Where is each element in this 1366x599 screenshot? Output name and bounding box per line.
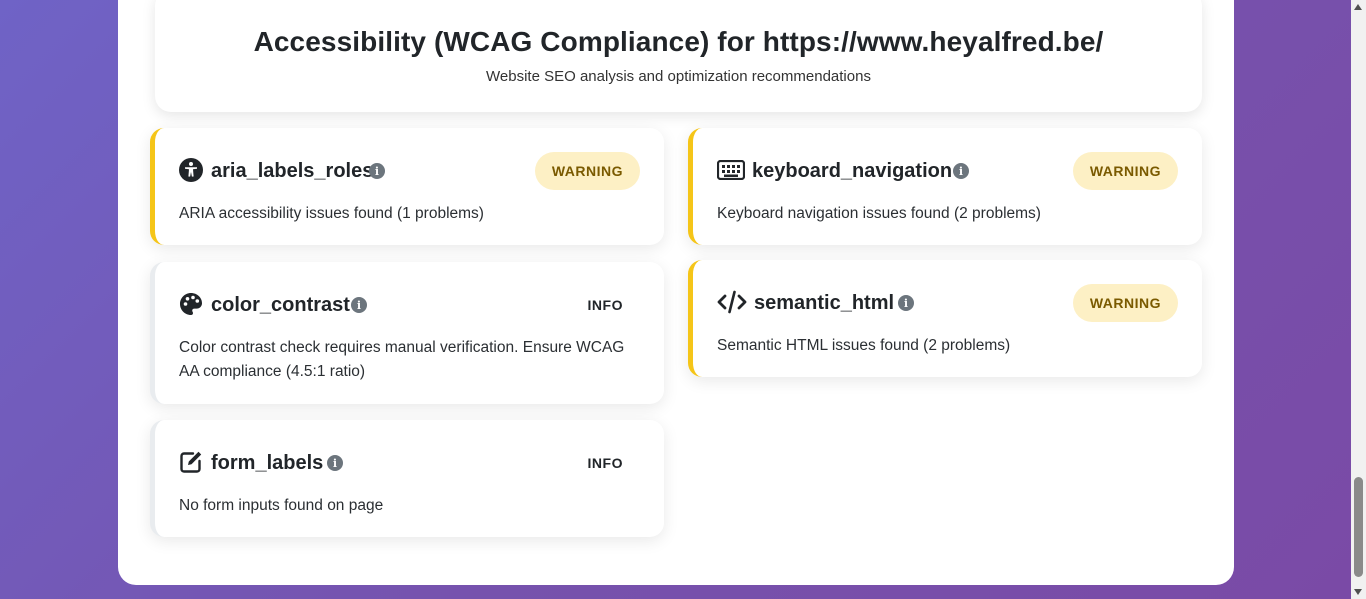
check-title: form_labels — [211, 452, 324, 474]
check-description: Color contrast check requires manual ver… — [179, 339, 625, 380]
check-title: keyboard_navigation — [752, 160, 953, 182]
page-subtitle: Website SEO analysis and optimization re… — [486, 68, 871, 85]
status-badge: WARNING — [534, 152, 640, 190]
keyboard-icon — [717, 158, 745, 182]
report-header: Accessibility (WCAG Compliance) for http… — [155, 0, 1202, 112]
code-icon — [717, 290, 747, 314]
info-icon[interactable]: i — [327, 455, 343, 471]
check-description: Keyboard navigation issues found (2 prob… — [717, 205, 1041, 222]
info-icon[interactable]: i — [369, 163, 385, 179]
scroll-down-arrow-icon[interactable] — [1354, 589, 1362, 595]
scrollbar-thumb[interactable] — [1354, 477, 1363, 577]
status-badge: WARNING — [1072, 152, 1178, 190]
info-icon[interactable]: i — [898, 295, 914, 311]
check-card-color-contrast: color_contrast i INFO Color contrast che… — [150, 262, 664, 404]
check-title: semantic_html — [754, 292, 895, 314]
check-card-semantic-html: semantic_html i WARNING Semantic HTML is… — [688, 260, 1202, 377]
check-title: aria_labels_roles — [211, 160, 374, 182]
check-card-keyboard-navigation: keyboard_navigation i WARNING Keyboard n… — [688, 128, 1202, 245]
page-title: Accessibility (WCAG Compliance) for http… — [253, 26, 1104, 57]
universal-access-icon — [179, 158, 203, 182]
check-description: No form inputs found on page — [179, 497, 384, 514]
check-title: color_contrast — [211, 294, 350, 316]
palette-icon — [179, 292, 203, 316]
check-description: Semantic HTML issues found (2 problems) — [717, 337, 1011, 354]
status-badge: WARNING — [1072, 284, 1178, 322]
status-badge: INFO — [587, 455, 623, 471]
scroll-up-arrow-icon[interactable] — [1354, 4, 1362, 10]
info-icon[interactable]: i — [351, 297, 367, 313]
check-card-aria-labels-roles: aria_labels_roles i WARNING ARIA accessi… — [150, 128, 664, 245]
edit-icon — [179, 450, 203, 474]
vertical-scrollbar[interactable] — [1351, 0, 1366, 599]
status-badge: INFO — [587, 297, 623, 313]
check-description: ARIA accessibility issues found (1 probl… — [179, 205, 484, 222]
info-icon[interactable]: i — [953, 163, 969, 179]
check-card-form-labels: form_labels i INFO No form inputs found … — [150, 420, 664, 537]
